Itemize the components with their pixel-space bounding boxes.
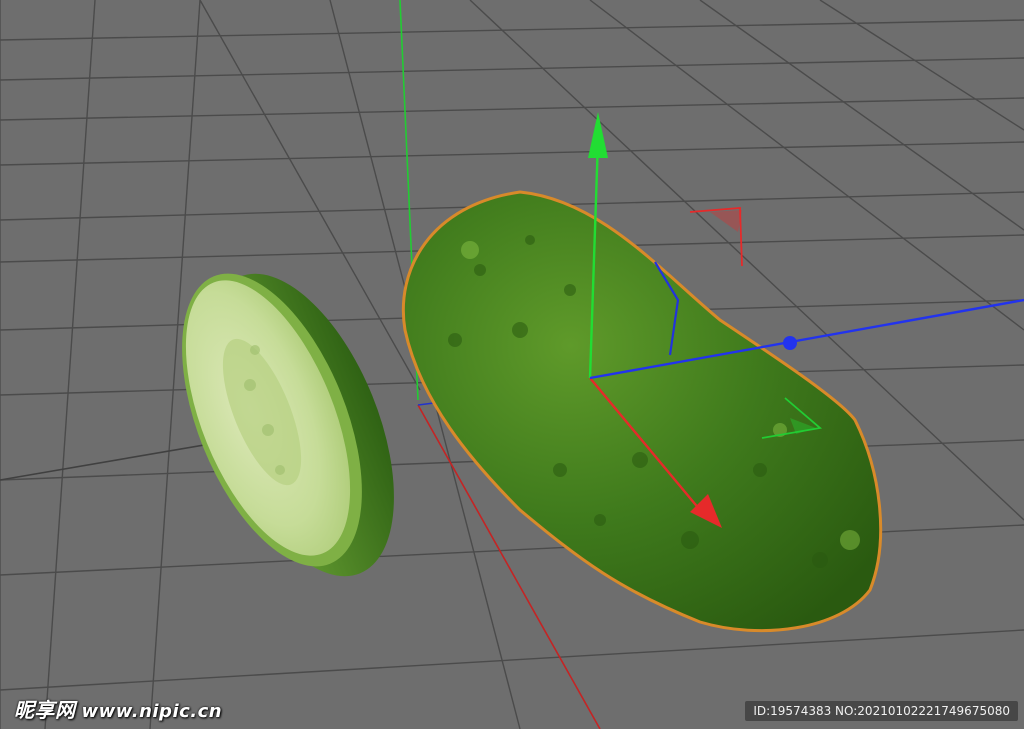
3d-viewport[interactable]: 昵享网 www.nipic.cn ID:19574383 NO:202101022… (0, 0, 1024, 729)
nipic-watermark: 昵享网 www.nipic.cn (14, 694, 222, 723)
cucumber-slice[interactable] (145, 247, 432, 602)
y-axis-arrow-icon (588, 112, 608, 158)
watermark-site: www.nipic.cn (81, 701, 223, 722)
viewport-canvas[interactable] (0, 0, 1024, 729)
cucumber[interactable] (401, 190, 883, 633)
watermark-brand: 昵享网 (14, 698, 76, 722)
z-axis-handle-icon (783, 336, 797, 350)
image-id-badge: ID:19574383 NO:20210102221749675080 (745, 701, 1018, 721)
